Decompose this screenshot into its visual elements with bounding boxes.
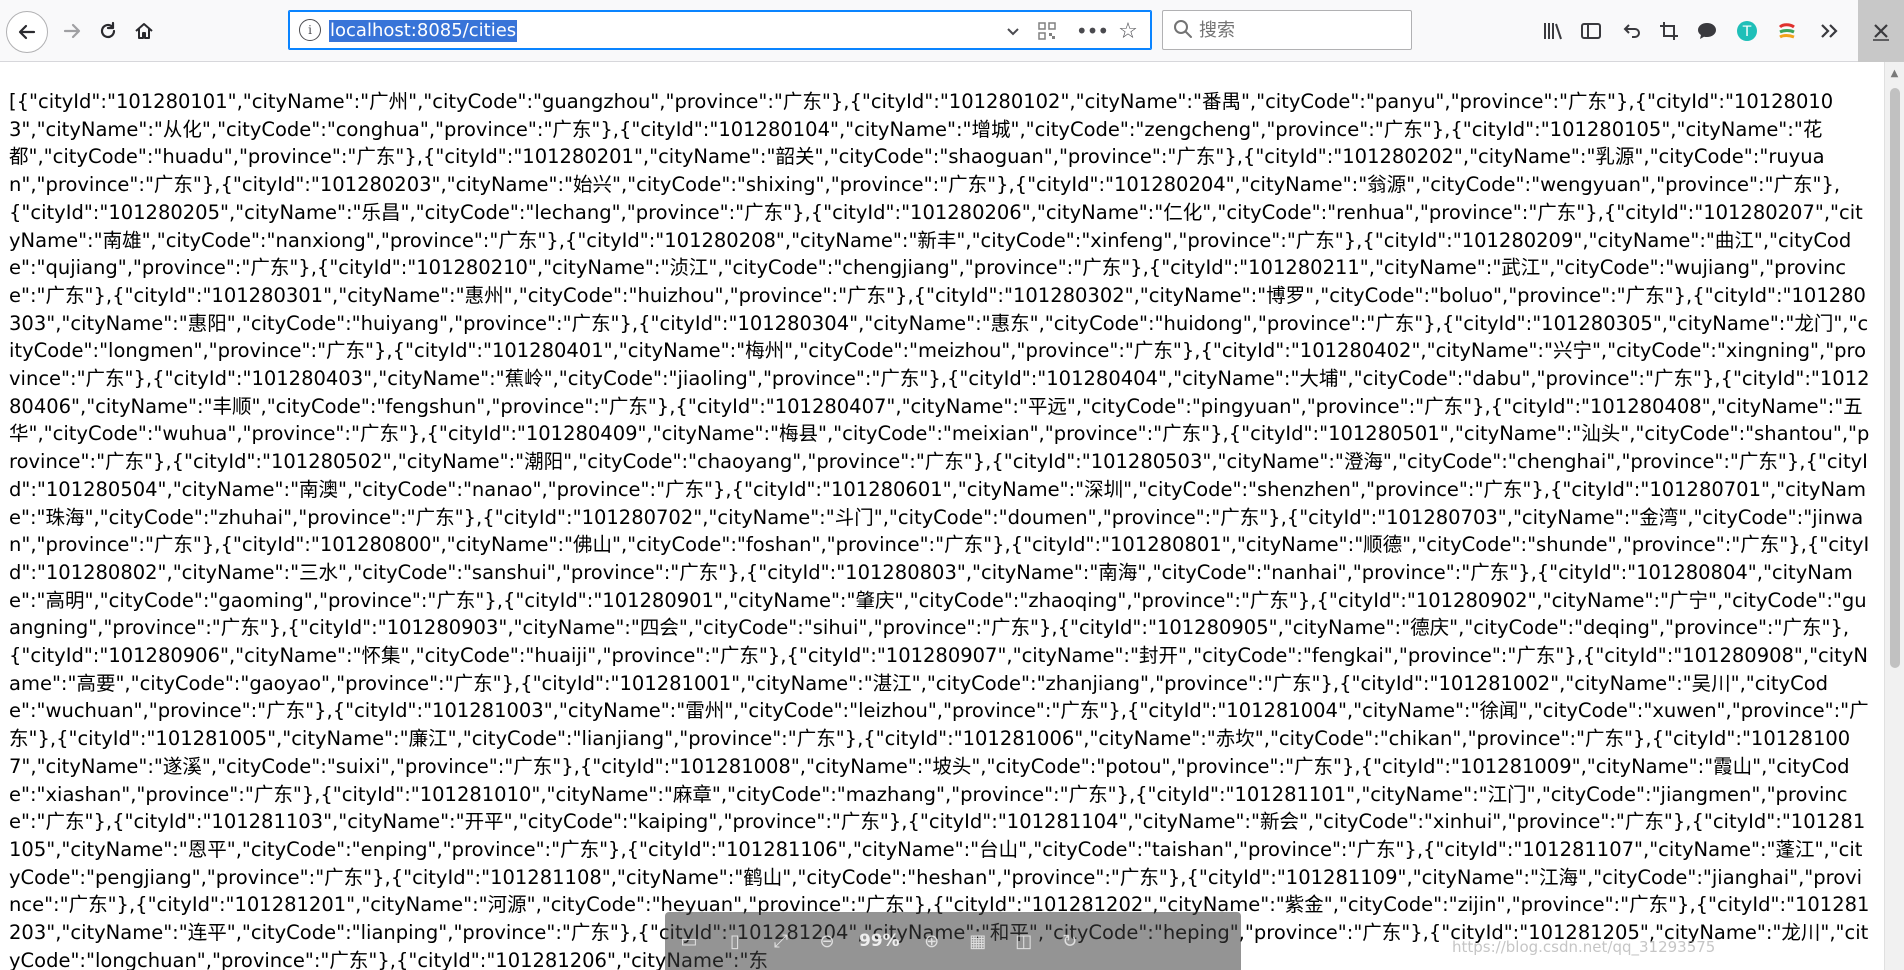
- extension-t-icon[interactable]: T: [1730, 14, 1764, 48]
- search-bar[interactable]: 搜索: [1162, 10, 1412, 50]
- rotate-icon[interactable]: ↻: [1056, 931, 1084, 952]
- search-placeholder: 搜索: [1199, 20, 1235, 41]
- star-icon[interactable]: ☆: [1115, 19, 1141, 44]
- grid-icon[interactable]: ▦: [964, 931, 992, 952]
- frame-icon[interactable]: ◫: [1010, 931, 1038, 952]
- url-bar[interactable]: i localhost:8085/cities ••• ☆: [288, 10, 1152, 50]
- fullscreen-icon[interactable]: ⤢: [767, 931, 795, 952]
- url-text[interactable]: localhost:8085/cities: [329, 20, 518, 42]
- forward-arrow-icon[interactable]: [52, 11, 92, 51]
- browser-toolbar: i localhost:8085/cities ••• ☆ 搜索 T: [0, 0, 1904, 62]
- watermark: https://blog.csdn.net/qq_31293575: [1452, 938, 1716, 956]
- back-arrow-icon[interactable]: [6, 11, 48, 53]
- json-response-text: [{"cityId":"101280101","cityName":"广州","…: [9, 90, 1870, 970]
- zoom-level: 99%: [859, 931, 900, 951]
- close-icon[interactable]: [1858, 0, 1904, 62]
- undo-icon[interactable]: [1614, 14, 1648, 48]
- scroll-thumb[interactable]: [1890, 88, 1900, 668]
- scroll-up-arrow-icon[interactable]: ▲: [1885, 62, 1904, 84]
- reload-icon[interactable]: [88, 11, 128, 51]
- vertical-scrollbar[interactable]: ▲: [1884, 62, 1904, 970]
- document-icon[interactable]: ▯: [721, 931, 749, 952]
- chat-bubble-icon[interactable]: [1690, 14, 1724, 48]
- floating-toolbar: ▭ ▯ ⤢ ⊖ 99% ⊕ ▦ ◫ ↻: [665, 912, 1241, 970]
- zoom-in-icon[interactable]: ⊕: [918, 931, 946, 952]
- home-icon[interactable]: [124, 11, 164, 51]
- extension-s-icon[interactable]: [1770, 14, 1804, 48]
- chevron-down-icon[interactable]: [1001, 19, 1025, 43]
- info-icon[interactable]: i: [299, 19, 321, 41]
- overflow-chevrons-icon[interactable]: [1812, 14, 1846, 48]
- page-content: [{"cityId":"101280101","cityName":"广州","…: [0, 62, 1884, 970]
- page-icon[interactable]: ▭: [675, 931, 703, 952]
- screenshot-icon[interactable]: [1652, 14, 1686, 48]
- library-icon[interactable]: [1536, 14, 1570, 48]
- zoom-out-icon[interactable]: ⊖: [813, 931, 841, 952]
- qr-code-icon[interactable]: [1035, 19, 1059, 43]
- svg-text:T: T: [1742, 24, 1752, 40]
- sidebar-icon[interactable]: [1574, 14, 1608, 48]
- more-dots-icon[interactable]: •••: [1076, 19, 1109, 43]
- search-icon: [1173, 19, 1195, 41]
